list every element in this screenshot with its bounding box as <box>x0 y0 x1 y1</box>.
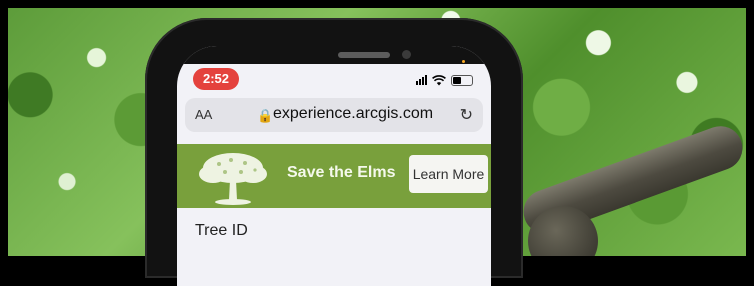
microphone-indicator-dot <box>462 60 465 63</box>
phone-screen: 2:52 AA 🔒 experience.arcgis.com ↻ Save t… <box>177 46 491 286</box>
app-header-banner: Save the Elms Learn More <box>177 144 491 208</box>
phone-notch <box>177 46 491 64</box>
phone-body: 2:52 AA 🔒 experience.arcgis.com ↻ Save t… <box>145 18 523 286</box>
reload-icon[interactable]: ↻ <box>460 105 473 125</box>
banner-title: Save the Elms <box>287 164 396 181</box>
battery-icon <box>451 74 473 86</box>
lock-icon: 🔒 <box>257 108 274 123</box>
text-size-button[interactable]: AA <box>195 107 212 122</box>
status-bar: 2:52 <box>177 66 491 92</box>
tree-id-label: Tree ID <box>195 222 248 239</box>
elm-tree-logo-icon <box>199 153 267 205</box>
url-text[interactable]: experience.arcgis.com <box>273 105 433 123</box>
cellular-signal-icon <box>416 75 427 85</box>
status-icons <box>416 73 473 87</box>
learn-more-button[interactable]: Learn More <box>409 155 488 193</box>
status-time: 2:52 <box>193 68 239 90</box>
front-camera <box>402 50 411 59</box>
address-bar[interactable]: AA 🔒 experience.arcgis.com ↻ <box>185 98 483 132</box>
wifi-icon <box>432 74 446 85</box>
screenshot-frame: 2:52 AA 🔒 experience.arcgis.com ↻ Save t… <box>0 0 754 286</box>
speaker-grille <box>338 52 390 58</box>
